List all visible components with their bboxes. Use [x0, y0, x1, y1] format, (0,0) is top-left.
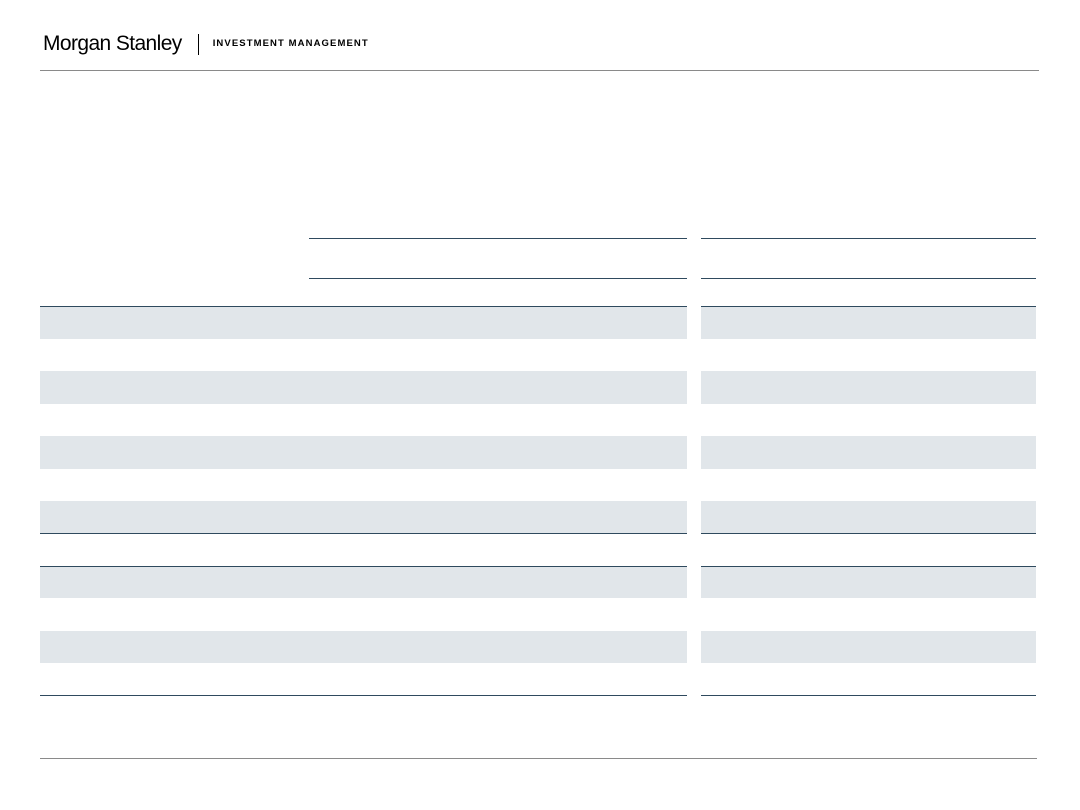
table-header-rule — [701, 278, 1036, 279]
table-row — [701, 567, 1036, 598]
table-header-rule — [701, 238, 1036, 239]
table-row — [40, 631, 687, 663]
section-rule — [701, 533, 1036, 534]
page-header: Morgan Stanley INVESTMENT MANAGEMENT — [43, 30, 369, 58]
table-row — [701, 436, 1036, 469]
table-row — [701, 501, 1036, 533]
table-row — [40, 436, 687, 469]
header-rule — [40, 70, 1039, 71]
table-header-rule — [309, 238, 687, 239]
table-row — [40, 501, 687, 533]
table-row — [701, 371, 1036, 404]
table-row — [40, 567, 687, 598]
footer-rule — [40, 758, 1037, 759]
section-rule — [40, 695, 687, 696]
division-name: INVESTMENT MANAGEMENT — [212, 38, 369, 49]
table-row — [701, 307, 1036, 339]
table-header-rule — [309, 278, 687, 279]
section-rule — [40, 533, 687, 534]
header-divider — [197, 33, 199, 55]
table-row — [701, 631, 1036, 663]
table-row — [40, 371, 687, 404]
section-rule — [701, 695, 1036, 696]
brand-logo: Morgan Stanley — [43, 32, 182, 55]
table-row — [40, 307, 687, 339]
